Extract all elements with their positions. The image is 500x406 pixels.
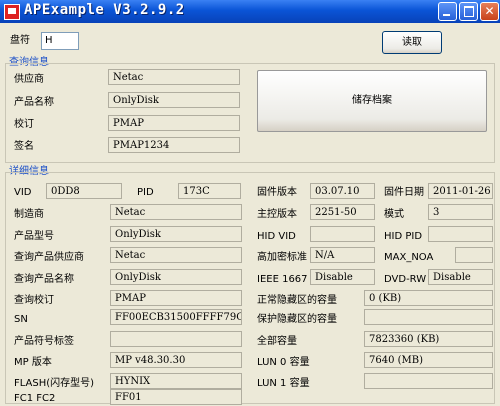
product-label: 产品名称: [14, 97, 54, 108]
lun0-label: LUN 0 容量: [257, 357, 310, 368]
signature-label: 签名: [14, 141, 34, 152]
fw-date-field: 2011-01-26: [428, 183, 493, 199]
protect-hidden-label: 保护隐藏区的容量: [257, 314, 337, 325]
window-title: APExample V3.2.9.2: [24, 2, 185, 18]
lun0-field: 7640 (MB): [364, 352, 493, 368]
query-vendor-label: 查询产品供应商: [14, 252, 84, 263]
symbol-field: [110, 331, 242, 347]
manufacturer-label: 制造商: [14, 209, 44, 220]
flash-field: HYNIX: [110, 373, 242, 389]
disk-input[interactable]: H: [41, 32, 79, 50]
pid-field: 173C: [178, 183, 241, 199]
detail-group: [5, 172, 495, 404]
minimize-button[interactable]: [438, 2, 457, 21]
lun1-field: [364, 373, 493, 389]
mode-field: 3: [428, 204, 493, 220]
hid-vid-field: [310, 226, 375, 242]
master-version-field: 2251-50: [310, 204, 375, 220]
max-noa-field: [455, 247, 493, 263]
encryption-field: N/A: [310, 247, 375, 263]
maximize-icon: [464, 6, 474, 17]
dvd-rw-field: Disable: [428, 269, 493, 285]
app-icon: [4, 4, 20, 20]
manufacturer-field: Netac: [110, 204, 242, 220]
revision-field: PMAP: [108, 115, 240, 131]
vendor-label: 供应商: [14, 74, 44, 85]
sn-label: SN: [14, 314, 28, 325]
model-label: 产品型号: [14, 231, 54, 242]
revision-label: 校订: [14, 119, 34, 130]
minimize-icon: [443, 14, 450, 16]
total-capacity-label: 全部容量: [257, 336, 297, 347]
pid-label: PID: [137, 187, 154, 198]
hid-pid-field: [428, 226, 493, 242]
model-field: OnlyDisk: [110, 226, 242, 242]
title-bar[interactable]: APExample V3.2.9.2 ✕: [0, 0, 500, 23]
query-product-label: 查询产品名称: [14, 274, 74, 285]
fw-version-field: 03.07.10: [310, 183, 375, 199]
query-vendor-field: Netac: [110, 247, 242, 263]
dvd-rw-label: DVD-RW: [384, 274, 427, 285]
mp-version-label: MP 版本: [14, 357, 52, 368]
encryption-label: 高加密标准: [257, 252, 307, 263]
protect-hidden-field: [364, 309, 493, 325]
vid-field: 0DD8: [46, 183, 122, 199]
signature-field: PMAP1234: [108, 137, 240, 153]
normal-hidden-field: 0 (KB): [364, 290, 493, 306]
disk-label: 盘符: [10, 35, 30, 46]
symbol-label: 产品符号标签: [14, 336, 74, 347]
flash-label: FLASH(闪存型号): [14, 378, 95, 389]
fw-date-label: 固件日期: [384, 187, 424, 198]
total-capacity-field: 7823360 (KB): [364, 331, 493, 347]
maximize-button[interactable]: [459, 2, 478, 21]
mode-label: 模式: [384, 209, 404, 220]
lun1-label: LUN 1 容量: [257, 378, 310, 389]
normal-hidden-label: 正常隐藏区的容量: [257, 295, 337, 306]
read-button[interactable]: 读取: [382, 31, 442, 54]
product-field: OnlyDisk: [108, 92, 240, 108]
hid-vid-label: HID VID: [257, 231, 296, 242]
fw-version-label: 固件版本: [257, 187, 297, 198]
query-revision-field: PMAP: [110, 290, 242, 306]
sn-field: FF00ECB31500FFFF79C5: [110, 309, 242, 325]
query-product-field: OnlyDisk: [110, 269, 242, 285]
vendor-field: Netac: [108, 69, 240, 85]
master-version-label: 主控版本: [257, 209, 297, 220]
close-icon: ✕: [484, 4, 495, 18]
store-file-button[interactable]: 储存档案: [257, 70, 487, 132]
vid-label: VID: [14, 187, 32, 198]
fc-field: FF01: [110, 389, 242, 405]
ieee-label: IEEE 1667: [257, 274, 308, 285]
query-revision-label: 查询校订: [14, 295, 54, 306]
mp-version-field: MP v48.30.30: [110, 352, 242, 368]
ieee-field: Disable: [310, 269, 375, 285]
hid-pid-label: HID PID: [384, 231, 423, 242]
close-button[interactable]: ✕: [480, 2, 499, 21]
max-noa-label: MAX_NOA: [384, 252, 434, 263]
